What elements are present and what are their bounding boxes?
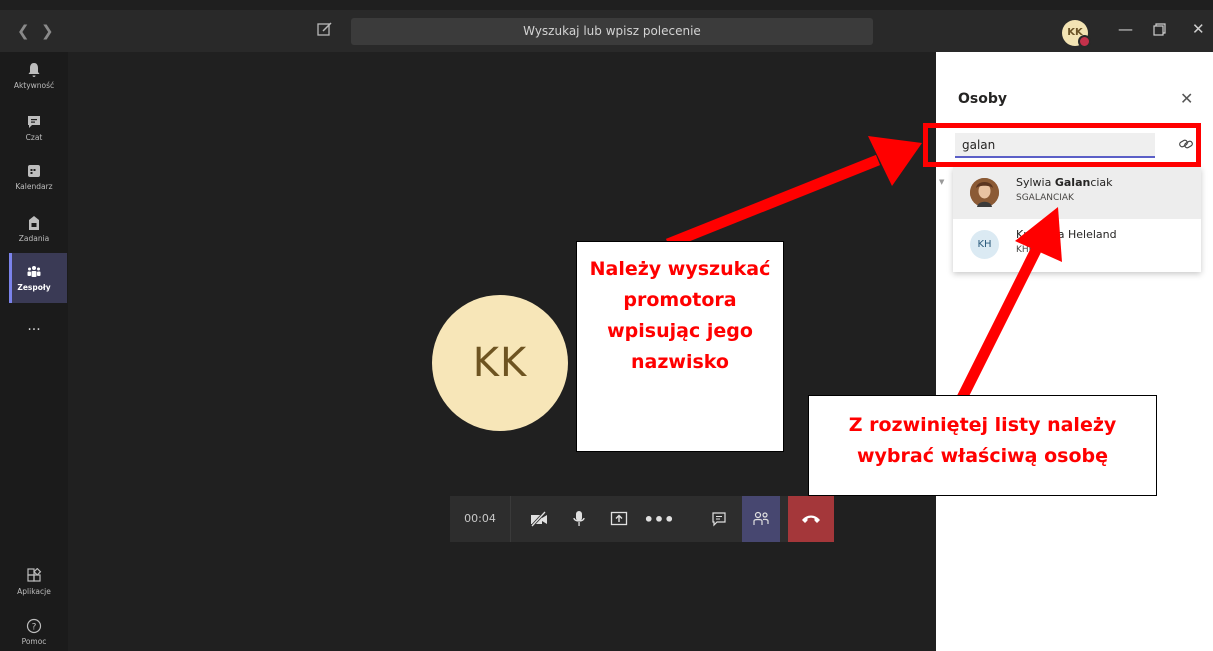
arrow-to-search [665, 136, 922, 250]
callout-search-instruction: Należy wyszukać promotora wpisując jego … [576, 241, 784, 452]
arrow-to-results [957, 207, 1062, 401]
callout-select-instruction: Z rozwiniętej listy należy wybrać właści… [808, 395, 1157, 496]
